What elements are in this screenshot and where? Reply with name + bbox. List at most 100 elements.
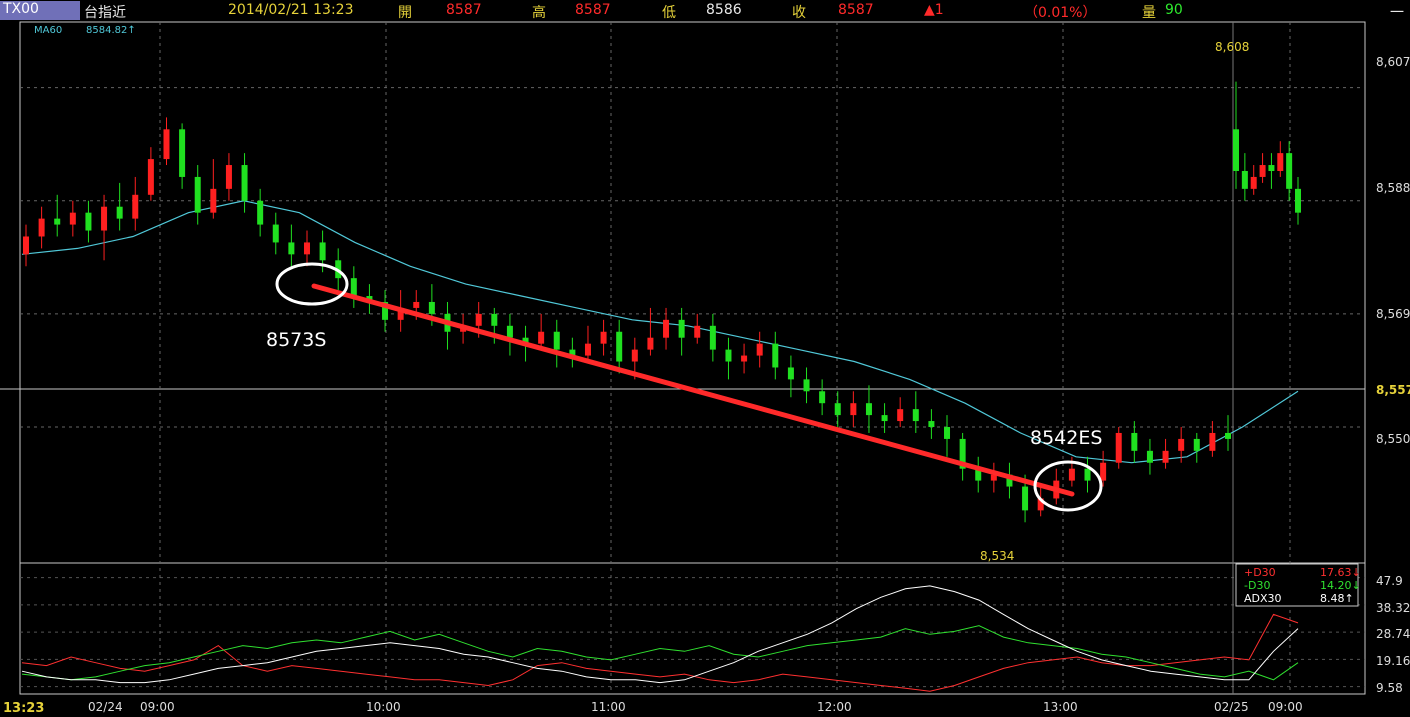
candle-body — [709, 325, 716, 350]
candle-body — [1225, 432, 1231, 439]
candle-body — [772, 343, 779, 368]
price-tick-label: 8,569 — [1376, 307, 1410, 321]
candle-body — [1209, 432, 1216, 451]
price-panel-frame — [19, 21, 1366, 564]
candle-body — [725, 349, 732, 362]
candle-body — [741, 355, 748, 362]
candle-body — [1268, 165, 1275, 171]
minus-di-line — [21, 625, 1299, 681]
candle-body — [1068, 468, 1075, 481]
candle-body — [1233, 129, 1239, 171]
candle-body — [553, 331, 560, 350]
candle-body — [257, 200, 264, 225]
candle-body — [413, 301, 420, 308]
candle-body — [428, 301, 435, 314]
candle-body — [663, 319, 670, 338]
candle-body — [1295, 188, 1301, 213]
grid-lines — [0, 22, 1365, 694]
time-axis-label: 09:00 — [1268, 700, 1303, 714]
candlestick-series — [23, 81, 1301, 523]
price-tick-label: 8,550 — [1376, 432, 1410, 446]
candle-body — [116, 206, 123, 219]
candle-body — [647, 337, 654, 350]
cursor-time-label: 13:23 — [3, 701, 44, 716]
ma-legend-value: 8584.82↑ — [86, 25, 136, 36]
ma60-series — [21, 200, 1299, 464]
candle-body — [538, 331, 545, 344]
candle-body — [1100, 462, 1107, 481]
adx-line — [21, 585, 1299, 684]
candle-body — [1193, 438, 1200, 451]
candle-body — [210, 188, 217, 213]
dmi-plus-value: 17.63↓ — [1320, 566, 1361, 579]
candle-body — [897, 409, 904, 422]
candle-body — [241, 165, 248, 201]
candle-body — [475, 313, 482, 326]
trend-line — [311, 283, 1075, 497]
candle-body — [1131, 432, 1138, 451]
candle-body — [1162, 450, 1169, 463]
dmi-minus-label: -D30 — [1244, 579, 1270, 592]
candle-body — [787, 367, 794, 380]
adx-value: 8.48↑ — [1320, 592, 1354, 605]
candle-body — [1286, 153, 1293, 189]
candle-body — [631, 349, 638, 362]
candle-body — [944, 427, 951, 439]
candle-body — [54, 218, 61, 225]
indicator-panel-frame — [19, 562, 1366, 695]
candle-body — [865, 403, 872, 416]
ma-legend-label: MA60 — [34, 25, 62, 36]
session-low-label: 8,534 — [980, 549, 1014, 563]
dmi-plus-label: +D30 — [1244, 566, 1276, 579]
candle-body — [881, 415, 888, 422]
candle-body — [928, 421, 935, 428]
time-axis-label: 13:00 — [1043, 700, 1078, 714]
candle-body — [147, 159, 154, 195]
candle-body — [350, 278, 357, 297]
candle-body — [850, 403, 857, 416]
candle-body — [600, 331, 607, 344]
dmi-tick-label: 9.58 — [1376, 681, 1403, 695]
candle-body — [803, 379, 810, 392]
ma60-line — [21, 200, 1299, 464]
candle-body — [756, 343, 763, 356]
adx-label: ADX30 — [1244, 592, 1282, 605]
candle-body — [834, 403, 841, 416]
candle-body — [319, 242, 326, 261]
candle-body — [1146, 450, 1153, 463]
chart-canvas[interactable]: MA60 8584.82↑ 8,607 8,588 8,569 8,557 8,… — [0, 0, 1410, 717]
candle-body — [272, 224, 279, 243]
candle-body — [163, 129, 170, 160]
exit-label: 8542ES — [1030, 427, 1102, 449]
candle-body — [85, 212, 92, 231]
candle-body — [1084, 468, 1091, 481]
candle-body — [69, 212, 76, 225]
entry-label: 8573S — [266, 329, 326, 351]
candle-body — [1022, 486, 1029, 511]
dmi-tick-label: 38.32 — [1376, 601, 1410, 615]
candle-body — [101, 206, 108, 231]
candle-body — [225, 165, 232, 189]
time-axis-label: 09:00 — [140, 700, 175, 714]
time-axis-label: 02/25 — [1214, 700, 1249, 714]
candle-body — [1277, 153, 1284, 171]
dmi-series — [21, 585, 1299, 692]
dmi-tick-label: 47.9 — [1376, 574, 1403, 588]
candle-body — [23, 236, 29, 255]
candle-body — [1259, 165, 1266, 177]
candle-body — [912, 409, 919, 422]
candle-body — [1178, 438, 1185, 451]
candle-body — [694, 325, 701, 338]
price-tick-label: 8,607 — [1376, 55, 1410, 69]
candle-body — [38, 218, 45, 237]
dmi-tick-label: 19.16 — [1376, 654, 1410, 668]
candle-body — [194, 176, 201, 213]
candle-body — [678, 319, 685, 338]
candle-body — [506, 325, 513, 338]
dmi-tick-label: 28.74 — [1376, 627, 1410, 641]
candle-body — [303, 242, 310, 255]
price-tick-label: 8,588 — [1376, 181, 1410, 195]
candle-body — [491, 313, 498, 326]
candle-body — [1115, 432, 1122, 463]
session-high-label: 8,608 — [1215, 40, 1249, 54]
